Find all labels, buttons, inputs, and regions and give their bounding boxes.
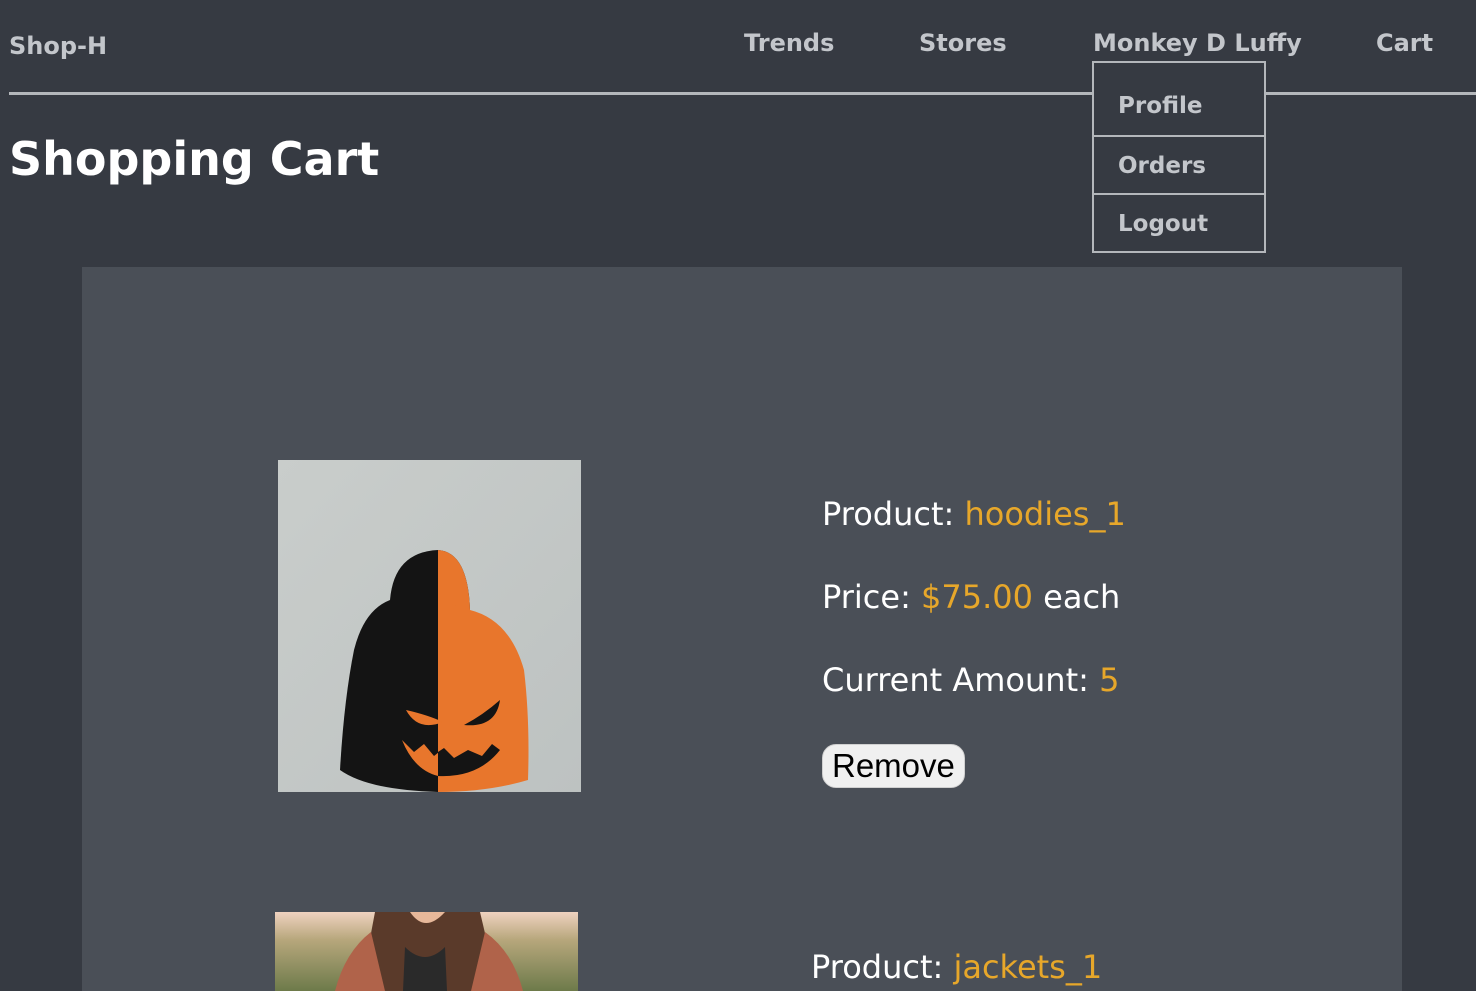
menu-item-profile[interactable]: Profile (1094, 63, 1264, 135)
jacket-photo (275, 912, 578, 991)
nav-link-trends[interactable]: Trends (744, 29, 834, 57)
cart-item-info: Product: jackets_1 (811, 948, 1102, 991)
product-label: Product: (822, 495, 955, 533)
menu-item-orders[interactable]: Orders (1094, 135, 1264, 193)
price-each-label: each (1043, 578, 1121, 616)
product-name: hoodies_1 (964, 495, 1126, 533)
hoodie-photo (278, 460, 581, 792)
price-line: Price: $75.00 each (822, 578, 1126, 661)
cart-panel: Product: hoodies_1 Price: $75.00 each Cu… (82, 267, 1402, 991)
price-value: $75.00 (921, 578, 1033, 616)
nav-link-cart[interactable]: Cart (1376, 29, 1433, 57)
product-name: jackets_1 (953, 948, 1103, 986)
product-label: Product: (811, 948, 944, 986)
page-title: Shopping Cart (9, 132, 380, 186)
menu-item-logout[interactable]: Logout (1094, 193, 1264, 251)
nav-user-menu[interactable]: Monkey D Luffy (1093, 29, 1302, 57)
remove-button[interactable]: Remove (822, 744, 965, 788)
brand-logo[interactable]: Shop-H (9, 32, 107, 60)
user-dropdown-menu: Profile Orders Logout (1092, 61, 1266, 253)
amount-value: 5 (1099, 661, 1120, 699)
nav-link-stores[interactable]: Stores (919, 29, 1007, 57)
amount-line: Current Amount: 5 (822, 661, 1126, 744)
product-line: Product: jackets_1 (811, 948, 1102, 991)
price-label: Price: (822, 578, 911, 616)
amount-label: Current Amount: (822, 661, 1089, 699)
product-line: Product: hoodies_1 (822, 495, 1126, 578)
cart-item-info: Product: hoodies_1 Price: $75.00 each Cu… (822, 495, 1126, 788)
